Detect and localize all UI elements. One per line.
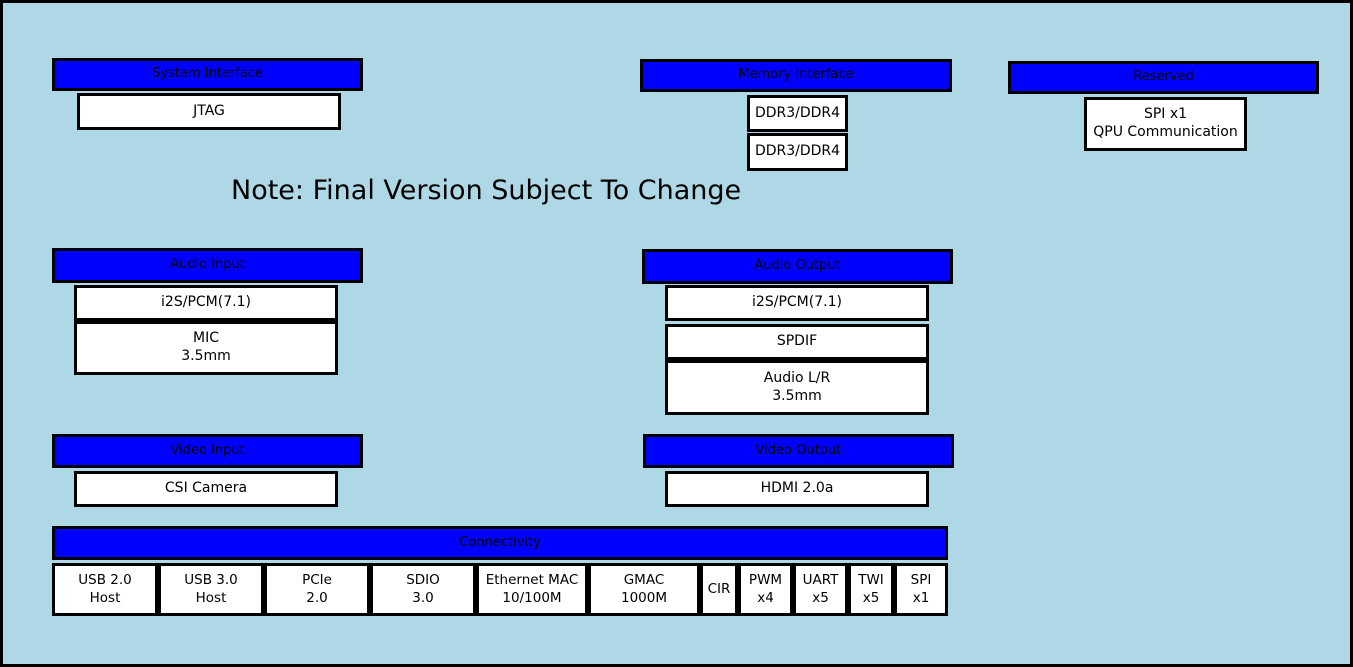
block-label-line2: 10/100M	[502, 589, 562, 606]
block-label-line1: MIC	[193, 330, 219, 347]
block-label-line2: 3.5mm	[181, 348, 231, 364]
block-pwm[interactable]: PWM x4	[738, 563, 793, 616]
block-label-line1: SDIO	[406, 571, 440, 588]
block-label-line2: QPU Communication	[1093, 124, 1238, 140]
block-label-line1: PWM	[748, 571, 783, 588]
group-header-video-output[interactable]: Video Output	[643, 434, 954, 468]
block-gmac[interactable]: GMAC 1000M	[588, 563, 700, 616]
block-label-line1: UART	[802, 571, 839, 588]
block-audio-output-spdif[interactable]: SPDIF	[665, 324, 929, 360]
block-label-line2: 1000M	[620, 589, 667, 606]
block-label-line1: SPDIF	[776, 333, 818, 350]
block-hdmi[interactable]: HDMI 2.0a	[665, 471, 929, 507]
block-label-line1: i2S/PCM(7.1)	[752, 294, 842, 311]
block-usb30-host[interactable]: USB 3.0 Host	[158, 563, 264, 616]
block-label-line2: 3.0	[412, 589, 434, 606]
group-header-connectivity[interactable]: Connectivity	[52, 526, 948, 560]
block-label-line1: TWI	[858, 571, 884, 588]
block-diagram-canvas: System Interface JTAG Memory Interface D…	[0, 0, 1353, 667]
group-header-reserved[interactable]: Reserved	[1008, 61, 1319, 94]
block-label-line1: JTAG	[193, 102, 225, 119]
block-label-line1: CSI Camera	[164, 480, 248, 497]
block-spi-qpu[interactable]: SPI x1 QPU Communication	[1084, 97, 1247, 151]
block-ddr-1[interactable]: DDR3/DDR4	[747, 95, 848, 132]
group-header-system-interface[interactable]: System Interface	[52, 58, 363, 91]
block-twi[interactable]: TWI x5	[848, 563, 894, 616]
block-label-line1: GMAC	[623, 571, 665, 588]
block-label-line2: 2.0	[306, 589, 328, 606]
block-label-line1: Audio L/R	[763, 369, 831, 386]
block-cir[interactable]: CIR	[700, 563, 738, 616]
group-header-memory-interface[interactable]: Memory Interface	[640, 59, 952, 92]
block-label-line1: USB 3.0	[184, 571, 238, 588]
block-label-line2: Host	[89, 589, 121, 606]
block-label-line1: HDMI 2.0a	[760, 480, 834, 497]
block-label-line1: PCIe	[302, 571, 332, 588]
block-label-line2: x4	[757, 589, 774, 606]
block-spi[interactable]: SPI x1	[894, 563, 948, 616]
block-audio-output-lr[interactable]: Audio L/R 3.5mm	[665, 360, 929, 415]
block-label-line2: x1	[912, 589, 930, 606]
block-pcie[interactable]: PCIe 2.0	[264, 563, 370, 616]
block-label-line1: SPI x1	[1143, 106, 1188, 123]
block-label-line2: x5	[862, 589, 880, 606]
block-jtag[interactable]: JTAG	[77, 93, 341, 130]
block-label-line1: DDR3/DDR4	[754, 143, 841, 160]
block-label-line2: Host	[195, 589, 227, 606]
note-text: Note: Final Version Subject To Change	[231, 175, 742, 206]
block-label-line1: SPI	[910, 571, 932, 588]
block-ddr-2[interactable]: DDR3/DDR4	[747, 133, 848, 171]
block-usb20-host[interactable]: USB 2.0 Host	[52, 563, 158, 616]
block-csi-camera[interactable]: CSI Camera	[74, 471, 338, 507]
group-header-audio-input[interactable]: Audio Input	[52, 248, 363, 283]
block-label-line1: DDR3/DDR4	[754, 104, 841, 121]
block-sdio[interactable]: SDIO 3.0	[370, 563, 476, 616]
group-header-audio-output[interactable]: Audio Output	[642, 249, 953, 284]
block-label-line1: i2S/PCM(7.1)	[161, 294, 251, 311]
block-audio-input-i2s[interactable]: i2S/PCM(7.1)	[74, 285, 338, 321]
group-header-video-input[interactable]: Video Input	[52, 434, 363, 468]
block-label-line1: USB 2.0	[78, 571, 132, 588]
block-audio-output-i2s[interactable]: i2S/PCM(7.1)	[665, 285, 929, 321]
block-label-line1: CIR	[707, 580, 731, 597]
block-label-line2: x5	[812, 589, 829, 606]
block-audio-input-mic[interactable]: MIC 3.5mm	[74, 321, 338, 375]
block-label-line2: 3.5mm	[772, 387, 822, 404]
block-label-line1: Ethernet MAC	[485, 571, 579, 588]
block-ethernet-mac[interactable]: Ethernet MAC 10/100M	[476, 563, 588, 616]
block-uart[interactable]: UART x5	[793, 563, 848, 616]
